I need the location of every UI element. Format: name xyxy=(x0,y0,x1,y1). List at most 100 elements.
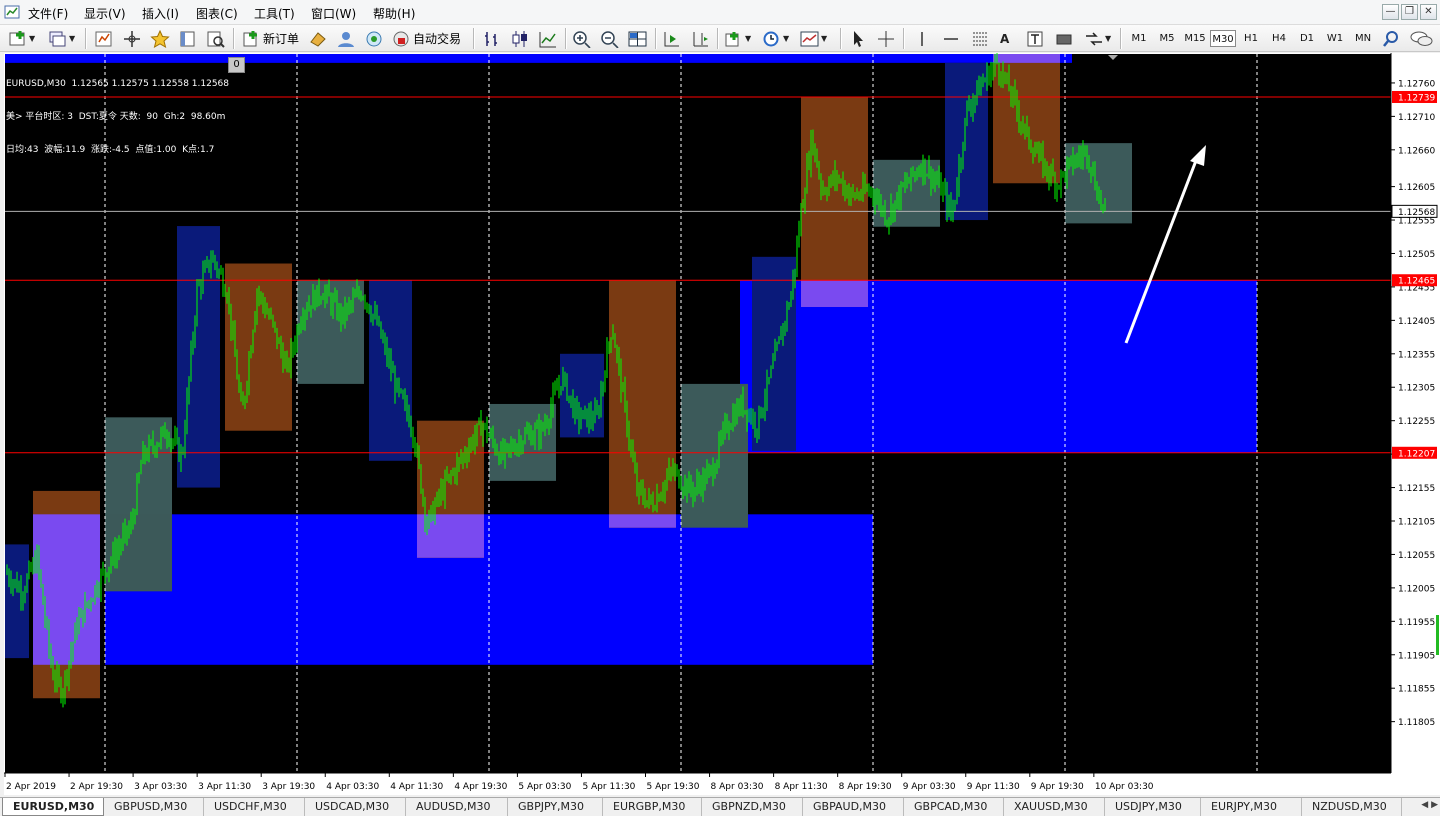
level-price-label: 1.12207 xyxy=(1398,449,1435,459)
tab-audusd-m30[interactable]: AUDUSD,M30 xyxy=(406,798,508,816)
tab-gbpusd-m30[interactable]: GBPUSD,M30 xyxy=(104,798,204,816)
tile-windows-button[interactable] xyxy=(628,28,648,49)
new-order-button[interactable]: 新订单 xyxy=(242,28,299,49)
tab-usdjpy-m30[interactable]: USDJPY,M30 xyxy=(1105,798,1201,816)
tab-eurusd-m30[interactable]: EURUSD,M30 xyxy=(2,798,104,816)
timeframe-m5[interactable]: M5 xyxy=(1154,30,1180,47)
timeframe-m15[interactable]: M15 xyxy=(1182,30,1208,47)
strategy-tester-button[interactable] xyxy=(206,28,226,49)
tab-nzdusd-m30[interactable]: NZDUSD,M30 xyxy=(1302,798,1402,816)
indicators-button[interactable]: ▼ xyxy=(724,28,751,49)
time-tick-label: 5 Apr 11:30 xyxy=(582,782,635,792)
horizontal-line-tool-button[interactable] xyxy=(942,28,960,49)
menu-tools[interactable]: 工具(T) xyxy=(254,5,295,22)
zone-box-23 xyxy=(609,514,676,528)
timeframe-h4[interactable]: H4 xyxy=(1266,30,1292,47)
level-price-label: 1.12739 xyxy=(1398,93,1435,103)
price-tick-label: 1.12605 xyxy=(1398,183,1435,193)
menu-view[interactable]: 显示(V) xyxy=(84,5,126,22)
price-tick-label: 1.12660 xyxy=(1398,146,1435,156)
templates-button[interactable]: ▼ xyxy=(800,28,827,49)
tab-xauusd-m30[interactable]: XAUUSD,M30 xyxy=(1004,798,1105,816)
star-icon xyxy=(150,29,170,48)
line-chart-icon xyxy=(539,31,556,47)
close-icon[interactable]: ✕ xyxy=(1420,4,1437,20)
text-tool-button[interactable]: A xyxy=(1000,28,1009,49)
time-tick-label: 8 Apr 19:30 xyxy=(839,782,892,792)
menu-charts[interactable]: 图表(C) xyxy=(196,5,238,22)
timeframe-h1[interactable]: H1 xyxy=(1238,30,1264,47)
fibonacci-tool-button[interactable] xyxy=(970,28,990,49)
search-button[interactable] xyxy=(1382,28,1400,49)
chart-session-info: 美> 平台时区: 3 DST:夏令 天数: 90 Gh:2 98.60m xyxy=(6,112,226,122)
candlestick-icon xyxy=(512,30,527,47)
tab-usdchf-m30[interactable]: USDCHF,M30 xyxy=(204,798,305,816)
price-tick-label: 1.12555 xyxy=(1398,217,1435,227)
new-order-icon xyxy=(243,30,257,46)
time-tick-label: 8 Apr 03:30 xyxy=(711,782,764,792)
tab-eurjpy-m30[interactable]: EURJPY,M30 xyxy=(1201,798,1302,816)
arrows-tool-button[interactable]: ▼ xyxy=(1084,28,1111,49)
chart-stats-info: 日均:43 波幅:11.9 涨跌:-4.5 点值:1.00 K点:1.7 xyxy=(6,145,215,155)
current-price-label: 1.12568 xyxy=(1398,208,1435,218)
minimize-icon[interactable]: — xyxy=(1382,4,1399,20)
app-icon xyxy=(4,5,20,19)
one-click-trading-toggle[interactable]: 0 xyxy=(228,57,245,73)
time-tick-label: 4 Apr 03:30 xyxy=(326,782,379,792)
market-watch-icon xyxy=(95,31,112,46)
tab-scroll-arrows-icon[interactable]: ◀ ▶ xyxy=(1421,800,1438,810)
rectangle-tool-button[interactable] xyxy=(1054,28,1074,49)
text-label-tool-button[interactable] xyxy=(1026,28,1044,49)
profiles-button[interactable]: ▼ xyxy=(48,28,75,49)
menu-insert[interactable]: 插入(I) xyxy=(142,5,179,22)
auto-trading-icon xyxy=(393,31,409,46)
auto-trading-label: 自动交易 xyxy=(413,32,462,46)
tab-gbpjpy-m30[interactable]: GBPJPY,M30 xyxy=(508,798,603,816)
periods-button[interactable]: ▼ xyxy=(762,28,789,49)
tab-gbpaud-m30[interactable]: GBPAUD,M30 xyxy=(803,798,904,816)
horizontal-line-icon xyxy=(944,37,958,40)
arrows-icon xyxy=(1086,31,1102,46)
menu-file[interactable]: 文件(F) xyxy=(28,5,68,22)
fibonacci-icon xyxy=(973,32,987,45)
menu-window[interactable]: 窗口(W) xyxy=(311,5,356,22)
timeframe-mn[interactable]: MN xyxy=(1350,30,1376,47)
menu-help[interactable]: 帮助(H) xyxy=(373,5,415,22)
market-watch-button[interactable] xyxy=(94,28,114,49)
metaeditor-button[interactable] xyxy=(308,28,328,49)
chart-shift-button[interactable] xyxy=(690,28,710,49)
signals-button[interactable] xyxy=(364,28,384,49)
restore-icon[interactable]: ❐ xyxy=(1401,4,1418,20)
cursor-icon xyxy=(854,30,863,47)
chat-button[interactable] xyxy=(1410,28,1434,49)
tab-eurgbp-m30[interactable]: EURGBP,M30 xyxy=(603,798,702,816)
rectangle-icon xyxy=(1056,34,1072,44)
accounts-button[interactable] xyxy=(336,28,356,49)
timeframe-m1[interactable]: M1 xyxy=(1126,30,1152,47)
candlestick-button[interactable] xyxy=(510,28,530,49)
crosshair-tool-button[interactable] xyxy=(876,28,896,49)
tab-usdcad-m30[interactable]: USDCAD,M30 xyxy=(305,798,406,816)
bar-chart-button[interactable] xyxy=(482,28,502,49)
chart-shift-icon xyxy=(693,31,708,46)
timeframe-d1[interactable]: D1 xyxy=(1294,30,1320,47)
price-tick-label: 1.12055 xyxy=(1398,551,1435,561)
line-chart-button[interactable] xyxy=(538,28,558,49)
auto-trading-button[interactable]: 自动交易 xyxy=(392,28,461,49)
indicators-icon xyxy=(725,31,739,46)
tab-gbpnzd-m30[interactable]: GBPNZD,M30 xyxy=(702,798,803,816)
tab-gbpcad-m30[interactable]: GBPCAD,M30 xyxy=(904,798,1004,816)
navigator-button[interactable] xyxy=(150,28,170,49)
auto-scroll-button[interactable] xyxy=(662,28,682,49)
timeframe-w1[interactable]: W1 xyxy=(1322,30,1348,47)
zoom-in-button[interactable] xyxy=(572,28,592,49)
zoom-out-button[interactable] xyxy=(600,28,620,49)
terminal-button[interactable] xyxy=(178,28,198,49)
cursor-tool-button[interactable] xyxy=(848,28,868,49)
new-chart-button[interactable]: ▼ xyxy=(8,28,35,49)
window-controls: — ❐ ✕ xyxy=(1382,4,1440,22)
text-tool-label: A xyxy=(1000,31,1010,46)
vertical-line-tool-button[interactable] xyxy=(914,28,930,49)
timeframe-m30[interactable]: M30 xyxy=(1210,30,1236,47)
data-window-button[interactable] xyxy=(122,28,142,49)
